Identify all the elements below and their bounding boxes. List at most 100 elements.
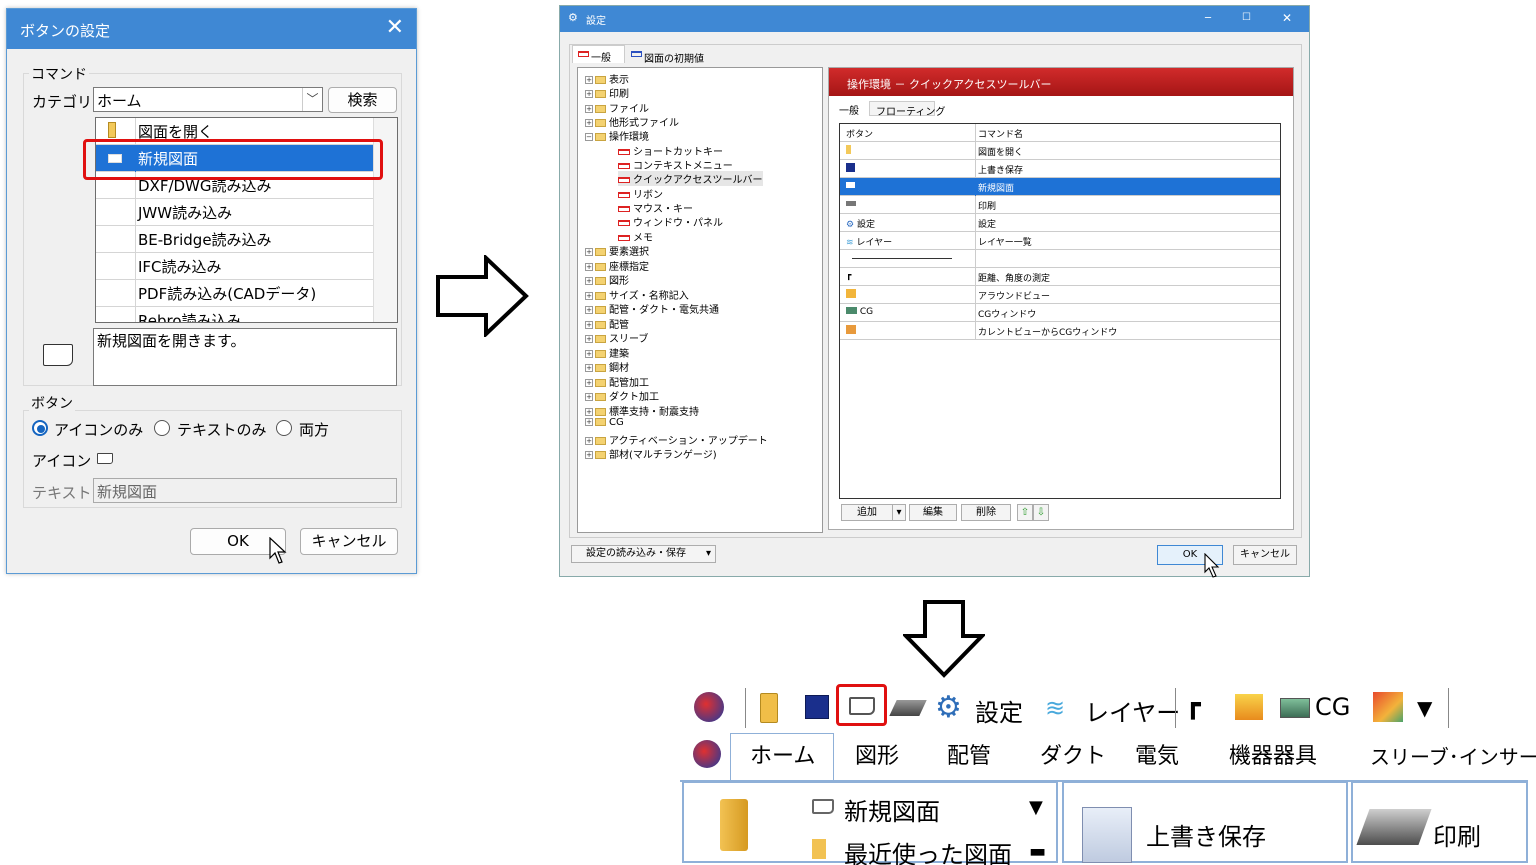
qat-layer-label[interactable]: レイヤー: [1085, 693, 1180, 728]
gear-icon[interactable]: ⚙: [935, 690, 962, 725]
tree-item[interactable]: + 座標指定: [585, 258, 649, 273]
tree-item[interactable]: メモ: [618, 229, 653, 244]
tree-item[interactable]: + 標準支持・耐震支持: [585, 403, 699, 418]
tab-drawing-defaults[interactable]: 図面の初期値: [628, 47, 716, 65]
print-label[interactable]: 印刷: [1433, 817, 1481, 852]
tree-item[interactable]: + ファイル: [585, 100, 649, 115]
table-row[interactable]: ≋ レイヤー レイヤー一覧: [840, 232, 1280, 250]
tab-shapes[interactable]: 図形: [855, 738, 899, 770]
category-select[interactable]: ホーム ﹀: [93, 87, 323, 112]
save-label[interactable]: 上書き保存: [1146, 817, 1266, 852]
tree-item[interactable]: + 配管・ダクト・電気共通: [585, 301, 719, 316]
delete-button[interactable]: 削除: [961, 504, 1011, 521]
list-item[interactable]: IFC読み込み: [96, 253, 373, 280]
table-row[interactable]: 上書き保存: [840, 160, 1280, 178]
text-field[interactable]: 新規図面: [93, 478, 397, 503]
table-row[interactable]: 図面を開く: [840, 142, 1280, 160]
app-logo-icon[interactable]: [694, 692, 724, 722]
chevron-down-icon[interactable]: ▼: [1029, 797, 1043, 818]
move-up-icon[interactable]: ⇧: [1017, 504, 1033, 521]
table-row[interactable]: CG CGウィンドウ: [840, 304, 1280, 322]
subtab-floating[interactable]: フローティング: [869, 101, 945, 118]
close-icon[interactable]: ✕: [386, 15, 404, 40]
maximize-icon[interactable]: ☐: [1242, 12, 1251, 23]
tab-duct[interactable]: ダクト: [1040, 738, 1106, 770]
tree-item[interactable]: + 表示: [585, 71, 629, 86]
printer-large-icon[interactable]: [1356, 809, 1432, 845]
tree-item[interactable]: + 図形: [585, 272, 629, 287]
measure-icon[interactable]: ┏: [1185, 690, 1201, 720]
cancel-button[interactable]: キャンセル: [1233, 545, 1297, 565]
settings-tree[interactable]: + 表示 + 印刷 + ファイル + 他形式ファイル − 操作環境 ショートカットキー コ…: [577, 67, 823, 533]
folder-icon[interactable]: [760, 693, 778, 723]
cancel-button[interactable]: キャンセル: [300, 528, 398, 555]
list-item[interactable]: PDF読み込み(CADデータ): [96, 280, 373, 307]
qat-command-table[interactable]: ボタン コマンド名 図面を開く 上書き保存 新規図面 印刷 ⚙ 設定 設定 ≋ レ…: [839, 123, 1281, 499]
open-drawing-icon[interactable]: [720, 799, 748, 851]
app-menu-icon[interactable]: [693, 740, 721, 768]
tree-item[interactable]: + 配管加工: [585, 374, 649, 389]
radio-both[interactable]: [276, 420, 292, 436]
new-drawing-label[interactable]: 新規図面: [844, 792, 940, 827]
chevron-down-icon[interactable]: ﹀: [302, 88, 322, 111]
tab-home-label[interactable]: ホーム: [750, 738, 815, 770]
table-row-separator[interactable]: [840, 250, 1280, 268]
tree-item[interactable]: − 操作環境: [585, 128, 649, 143]
cg-icon[interactable]: [1280, 698, 1310, 718]
table-row[interactable]: 印刷: [840, 196, 1280, 214]
save-icon[interactable]: [805, 695, 829, 719]
qat-customize-chevron-icon[interactable]: ▼: [1417, 696, 1432, 720]
new-drawing-icon[interactable]: [97, 453, 113, 464]
around-view-icon[interactable]: [1235, 694, 1263, 720]
tab-electrical[interactable]: 電気: [1135, 738, 1179, 770]
edit-button[interactable]: 編集: [909, 504, 957, 521]
load-save-dropdown[interactable]: 設定の読み込み・保存 ▾: [571, 545, 716, 563]
current-view-cg-icon[interactable]: [1373, 692, 1403, 722]
tree-item[interactable]: + 配管: [585, 316, 629, 331]
table-row[interactable]: カレントビューからCGウィンドウ: [840, 322, 1280, 340]
list-item[interactable]: JWW読み込み: [96, 199, 373, 226]
close-icon[interactable]: ✕: [1282, 11, 1292, 25]
tree-item[interactable]: マウス・キー: [618, 200, 693, 215]
save-large-icon[interactable]: [1082, 807, 1132, 863]
radio-icon-only[interactable]: [32, 420, 48, 436]
tree-item[interactable]: ウィンドウ・パネル: [618, 214, 723, 229]
tree-item[interactable]: リボン: [618, 186, 663, 201]
table-row-selected[interactable]: 新規図面: [840, 178, 1280, 196]
tree-item[interactable]: ショートカットキー: [618, 143, 723, 158]
tree-item[interactable]: + 部材(マルチランゲージ): [585, 446, 717, 461]
layer-icon[interactable]: ≋: [1045, 694, 1065, 722]
folder-icon[interactable]: [812, 839, 826, 859]
list-item[interactable]: BE-Bridge読み込み: [96, 226, 373, 253]
table-row[interactable]: ⚙ 設定 設定: [840, 214, 1280, 232]
search-button[interactable]: 検索: [328, 87, 397, 113]
tree-item[interactable]: + 建築: [585, 345, 629, 360]
tree-item-selected[interactable]: クイックアクセスツールバー: [618, 171, 763, 186]
tab-equipment[interactable]: 機器器具: [1229, 738, 1317, 770]
tab-sleeve-insert[interactable]: スリーブ･インサート: [1370, 741, 1536, 770]
chevron-down-icon[interactable]: ▬: [1029, 841, 1046, 862]
table-row[interactable]: アラウンドビュー: [840, 286, 1280, 304]
add-dropdown-icon[interactable]: ▾: [892, 504, 906, 521]
tree-item[interactable]: + 要素選択: [585, 243, 649, 258]
tree-item[interactable]: + 印刷: [585, 85, 629, 100]
tree-item[interactable]: + アクティベーション・アップデート: [585, 432, 768, 447]
qat-cg-label[interactable]: CG: [1315, 693, 1350, 721]
qat-settings-label[interactable]: 設定: [975, 693, 1023, 728]
new-drawing-icon[interactable]: [812, 799, 834, 814]
recent-drawings-label[interactable]: 最近使った図面: [844, 835, 1012, 865]
tree-item[interactable]: + サイズ・名称記入: [585, 287, 689, 302]
tab-general[interactable]: 一般: [572, 45, 625, 64]
subtab-general[interactable]: 一般: [839, 102, 859, 117]
tree-item[interactable]: コンテキストメニュー: [618, 157, 733, 172]
minimize-icon[interactable]: ─: [1205, 13, 1211, 24]
add-button[interactable]: 追加: [841, 504, 893, 521]
tree-item[interactable]: + 他形式ファイル: [585, 114, 679, 129]
radio-text-only[interactable]: [154, 420, 170, 436]
tab-piping[interactable]: 配管: [947, 738, 991, 770]
table-row[interactable]: ┏ 距離、角度の測定: [840, 268, 1280, 286]
move-down-icon[interactable]: ⇩: [1033, 504, 1049, 521]
tree-item[interactable]: + ダクト加工: [585, 388, 659, 403]
tree-item[interactable]: + 鋼材: [585, 359, 629, 374]
tree-item[interactable]: + CG: [585, 417, 624, 428]
